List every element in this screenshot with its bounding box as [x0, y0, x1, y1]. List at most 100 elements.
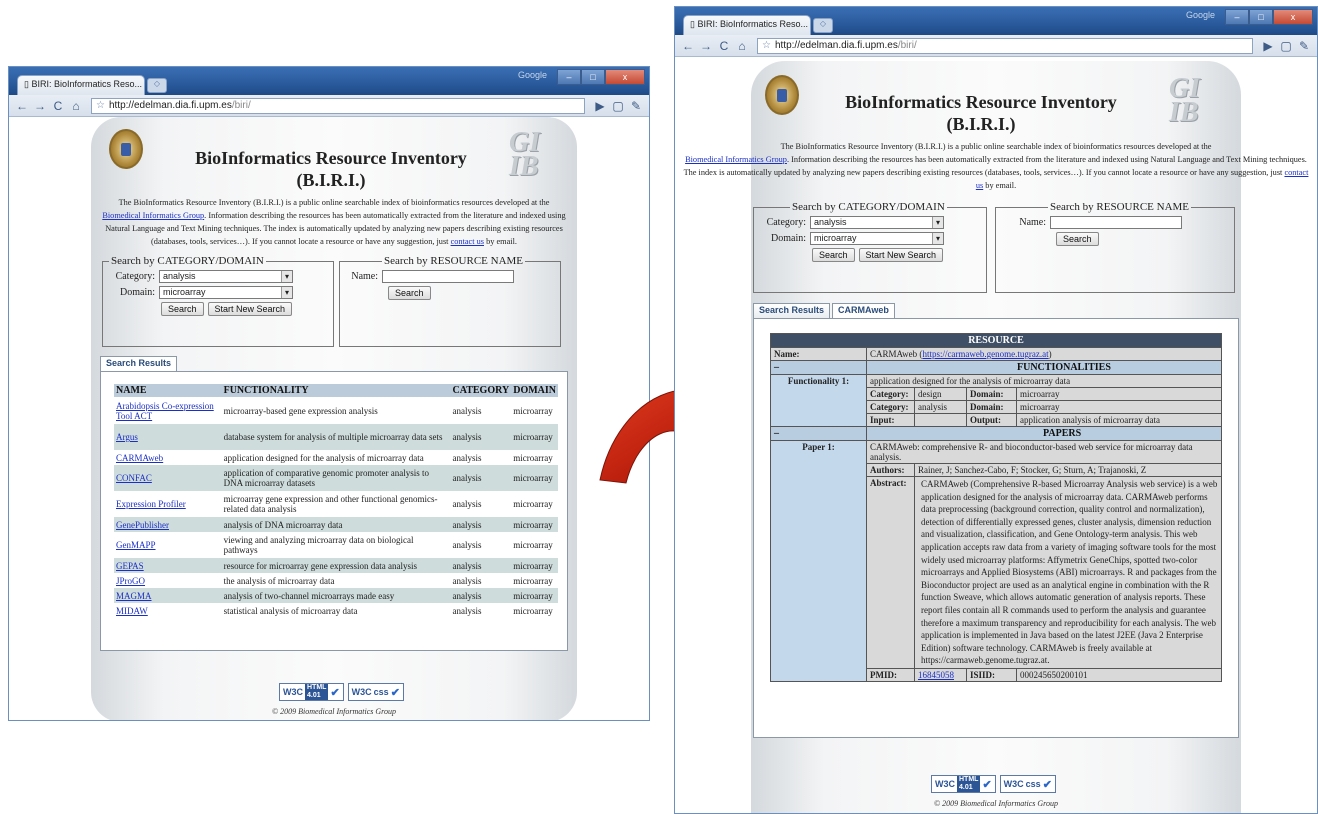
cell-functionality: application of comparative genomic promo… — [221, 465, 451, 491]
resource-link[interactable]: CONFAC — [116, 473, 152, 483]
table-row: GenePublisher analysis of DNA microarray … — [114, 517, 558, 532]
maximize-button[interactable]: □ — [581, 69, 605, 85]
tab-carmaweb[interactable]: CARMAweb — [832, 303, 895, 318]
cell-domain: microarray — [511, 588, 558, 603]
page-panel: GI IB BioInformatics Resource Inventory (… — [91, 117, 577, 720]
resource-link[interactable]: Arabidopsis Co-expression Tool ACT — [116, 401, 214, 421]
minimize-button[interactable]: – — [557, 69, 581, 85]
new-search-button[interactable]: Start New Search — [207, 302, 293, 316]
back-icon[interactable]: ← — [679, 39, 697, 53]
go-icon[interactable]: ▶ — [591, 99, 609, 113]
table-row: Argus database system for analysis of mul… — [114, 424, 558, 450]
name-search-button[interactable]: Search — [1056, 232, 1099, 246]
check-icon: ✔ — [390, 686, 400, 699]
col-header-category: CATEGORY — [450, 384, 512, 397]
resource-link[interactable]: CARMAweb — [116, 453, 163, 463]
domain-select[interactable]: microarray — [159, 286, 293, 299]
tab-search-results[interactable]: Search Results — [753, 303, 831, 318]
category-select[interactable]: analysis — [159, 270, 293, 283]
papers-header: PAPERS — [866, 426, 1222, 441]
resource-link[interactable]: Argus — [116, 432, 138, 442]
results-table: NAME FUNCTIONALITY CATEGORY DOMAIN Arabi… — [114, 384, 558, 618]
table-row: CARMAweb application designed for the ana… — [114, 450, 558, 465]
abstract-key: Abstract: — [870, 478, 907, 488]
name-search-button[interactable]: Search — [388, 286, 431, 300]
domain-label: Domain: — [771, 233, 806, 244]
pmid-key: PMID: — [870, 669, 897, 680]
maximize-button[interactable]: □ — [1249, 9, 1273, 25]
wrench-icon[interactable]: ✎ — [1295, 39, 1313, 53]
input-value — [914, 413, 967, 427]
university-seal-logo — [109, 129, 143, 169]
star-icon[interactable]: ☆ — [96, 99, 105, 113]
w3c-html-badge[interactable]: W3C HTML 4.01 ✔ — [931, 775, 996, 793]
domain-value: microarray — [1016, 387, 1222, 401]
browser-tab[interactable]: ▯ BIRI: BioInformatics Reso...× — [17, 75, 153, 95]
close-window-button[interactable]: x — [605, 69, 645, 85]
new-search-button[interactable]: Start New Search — [858, 248, 944, 262]
go-icon[interactable]: ▶ — [1259, 39, 1277, 53]
group-link[interactable]: Biomedical Informatics Group — [685, 155, 787, 164]
minimize-button[interactable]: – — [1225, 9, 1249, 25]
search-button[interactable]: Search — [812, 248, 855, 262]
tab-search-results[interactable]: Search Results — [100, 356, 178, 371]
name-label: Name: — [351, 271, 378, 282]
address-bar[interactable]: ☆ http://edelman.dia.fi.upm.es/biri/ — [757, 37, 1253, 54]
resource-link[interactable]: JProGO — [116, 576, 145, 586]
search-button[interactable]: Search — [161, 302, 204, 316]
wrench-icon[interactable]: ✎ — [627, 99, 645, 113]
reload-icon[interactable]: C — [49, 99, 67, 113]
address-bar[interactable]: ☆ http://edelman.dia.fi.upm.es/biri/ — [91, 97, 585, 114]
w3c-html-badge[interactable]: W3C HTML 4.01 ✔ — [279, 683, 344, 701]
cell-domain: microarray — [511, 491, 558, 517]
check-icon: ✔ — [1042, 778, 1052, 791]
collapse-icon[interactable]: – — [770, 360, 867, 375]
forward-icon[interactable]: → — [697, 39, 715, 53]
resource-link[interactable]: GEPAS — [116, 561, 144, 571]
new-tab-button[interactable]: ◇ — [813, 18, 833, 33]
reload-icon[interactable]: C — [715, 39, 733, 53]
category-legend: Search by CATEGORY/DOMAIN — [111, 255, 264, 267]
name-input[interactable] — [382, 270, 514, 283]
close-window-button[interactable]: x — [1273, 9, 1313, 25]
group-link[interactable]: Biomedical Informatics Group — [102, 211, 204, 220]
resource-link[interactable]: MIDAW — [116, 606, 148, 616]
cell-category: analysis — [450, 573, 512, 588]
resource-link[interactable]: Expression Profiler — [116, 499, 186, 509]
collapse-icon[interactable]: – — [770, 426, 867, 441]
tab-title: BIRI: BioInformatics Reso... — [697, 19, 808, 29]
name-input[interactable] — [1050, 216, 1182, 229]
back-icon[interactable]: ← — [13, 99, 31, 113]
resource-url-link[interactable]: https://carmaweb.genome.tugraz.at — [922, 349, 1048, 359]
new-tab-button[interactable]: ◇ — [147, 78, 167, 93]
page-menu-icon[interactable]: ▢ — [609, 99, 627, 113]
table-row: MIDAW statistical analysis of microarray … — [114, 603, 558, 618]
authors-key: Authors: — [870, 465, 905, 475]
domain-select[interactable]: microarray — [810, 232, 944, 245]
cell-functionality: analysis of DNA microarray data — [221, 517, 451, 532]
resource-link[interactable]: GenePublisher — [116, 520, 169, 530]
window-controls: – □ x — [1225, 9, 1313, 25]
w3c-css-badge[interactable]: W3C css ✔ — [347, 683, 404, 701]
result-tabs: Search Results — [100, 356, 179, 371]
home-icon[interactable]: ⌂ — [733, 39, 751, 53]
cell-domain: microarray — [511, 424, 558, 450]
browser-tab[interactable]: ▯ BIRI: BioInformatics Reso...× — [683, 15, 819, 35]
resource-link[interactable]: MAGMA — [116, 591, 152, 601]
w3c-css-badge[interactable]: W3C css ✔ — [999, 775, 1056, 793]
category-select[interactable]: analysis — [810, 216, 944, 229]
contact-link[interactable]: contact us — [451, 237, 484, 246]
pmid-link[interactable]: 16845058 — [918, 670, 954, 680]
domain-label: Domain: — [120, 287, 155, 298]
w3c-badges: W3C HTML 4.01 ✔ W3C css ✔ — [279, 683, 404, 701]
forward-icon[interactable]: → — [31, 99, 49, 113]
result-tabs: Search Results CARMAweb — [753, 303, 897, 318]
domain-value: microarray — [1016, 400, 1222, 414]
home-icon[interactable]: ⌂ — [67, 99, 85, 113]
resource-name: CARMAweb (https://carmaweb.genome.tugraz… — [866, 347, 1222, 361]
page-menu-icon[interactable]: ▢ — [1277, 39, 1295, 53]
url-host: http://edelman.dia.fi.upm.es — [108, 99, 232, 111]
resource-link[interactable]: GenMAPP — [116, 540, 156, 550]
functionality-value: application designed for the analysis of… — [866, 374, 1222, 388]
star-icon[interactable]: ☆ — [762, 39, 771, 53]
